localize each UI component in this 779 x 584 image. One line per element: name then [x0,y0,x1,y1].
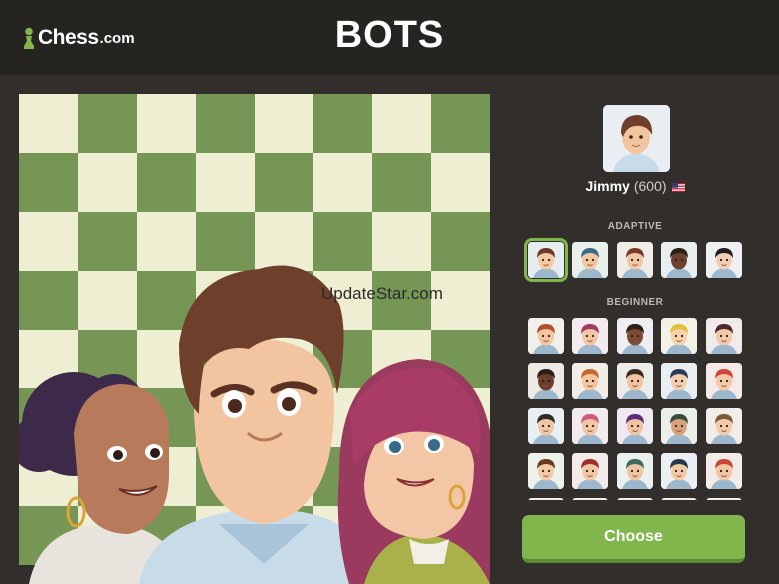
beginner-bot-avatar[interactable] [661,498,697,500]
watermark-text: UpdateStar.com [321,284,443,303]
beginner-bot-avatar[interactable] [528,318,564,354]
bot-characters-illustration [19,265,490,584]
selected-bot-name: Jimmy [585,178,630,194]
beginner-bot-avatar[interactable] [617,453,653,489]
beginner-bots-grid[interactable] [510,316,760,500]
beginner-bot-avatar[interactable] [617,408,653,444]
bot-selection-panel: Jimmy (600) ADAPTIVE BEGINNER Choose [510,94,760,584]
page-title: BOTS [334,14,445,56]
beginner-bot-avatar[interactable] [706,318,742,354]
beginner-bot-avatar[interactable] [661,453,697,489]
adaptive-bot-avatar[interactable] [706,242,742,278]
adaptive-section-label: ADAPTIVE [607,221,663,232]
beginner-bot-avatar[interactable] [661,408,697,444]
adaptive-bot-avatar[interactable] [661,242,697,278]
beginner-bot-avatar[interactable] [617,498,653,500]
selected-bot-rating: (600) [633,178,667,194]
us-flag-icon [671,182,685,192]
beginner-bot-avatar[interactable] [706,408,742,444]
beginner-bot-avatar[interactable] [572,498,608,500]
chess-board-area: UpdateStar.com [19,94,490,584]
beginner-bot-avatar[interactable] [661,318,697,354]
beginner-bot-avatar[interactable] [572,318,608,354]
beginner-bot-avatar[interactable] [617,318,653,354]
beginner-bot-avatar[interactable] [706,453,742,489]
adaptive-bot-avatar[interactable] [617,242,653,278]
adaptive-bot-avatar[interactable] [572,242,608,278]
choose-button[interactable]: Choose [522,515,745,563]
selected-bot-face-icon [603,105,670,172]
beginner-bot-avatar[interactable] [528,498,564,500]
selected-bot-avatar [603,105,670,172]
beginner-bot-avatar[interactable] [572,408,608,444]
beginner-bot-avatar[interactable] [617,363,653,399]
beginner-bot-avatar[interactable] [528,363,564,399]
character-woman-right [337,359,490,584]
beginner-bot-avatar[interactable] [528,408,564,444]
beginner-bot-avatar[interactable] [528,453,564,489]
beginner-bot-avatar[interactable] [706,498,742,500]
beginner-bot-avatar[interactable] [572,363,608,399]
beginner-bot-avatar[interactable] [661,363,697,399]
selected-bot-info: Jimmy (600) [510,178,760,194]
beginner-section-label: BEGINNER [606,297,664,308]
adaptive-bot-avatar[interactable] [524,238,568,282]
beginner-bot-avatar[interactable] [572,453,608,489]
top-bar: Chess .com BOTS [0,0,779,75]
beginner-bot-avatar[interactable] [706,363,742,399]
character-jimmy-center [139,265,374,584]
